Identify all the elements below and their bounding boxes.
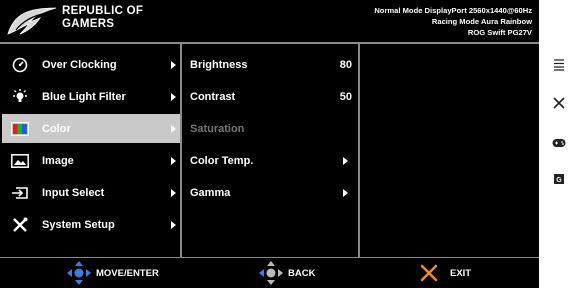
osd-panel: REPUBLIC OF GAMERS Normal Mode DisplayPo… bbox=[0, 0, 539, 288]
submenu-label: Saturation bbox=[190, 122, 245, 135]
submenu-item-color-temp[interactable]: Color Temp. bbox=[182, 146, 358, 175]
menu-item-system-setup[interactable]: System Setup bbox=[2, 210, 180, 239]
move-enter-button[interactable]: MOVE/ENTER bbox=[66, 258, 159, 288]
submenu-label: Color Temp. bbox=[190, 154, 254, 167]
menu-item-label: System Setup bbox=[42, 218, 115, 231]
close-icon[interactable] bbox=[551, 96, 567, 110]
submenu-value: 80 bbox=[339, 58, 352, 71]
menu-item-label: Color bbox=[42, 122, 71, 135]
chevron-right-icon bbox=[343, 156, 348, 165]
submenu-item-saturation: Saturation bbox=[182, 114, 358, 143]
submenu-item-gamma[interactable]: Gamma bbox=[182, 178, 358, 207]
svg-text:G: G bbox=[556, 177, 562, 184]
chevron-right-icon bbox=[171, 92, 176, 101]
brand-line2: GAMERS bbox=[62, 18, 115, 30]
light-bulb-icon bbox=[10, 87, 30, 107]
column-divider-2 bbox=[358, 44, 360, 257]
status-line2: Racing Mode Aura Rainbow bbox=[431, 17, 532, 26]
brand-name: REPUBLIC OF GAMERS bbox=[62, 5, 143, 31]
exit-button[interactable]: EXIT bbox=[420, 258, 471, 288]
move-enter-label: MOVE/ENTER bbox=[96, 267, 159, 279]
chevron-right-icon bbox=[171, 188, 176, 197]
menu-item-blue-light-filter[interactable]: Blue Light Filter bbox=[2, 82, 180, 111]
color-bars-icon bbox=[10, 119, 30, 139]
submenu-item-contrast[interactable]: Contrast 50 bbox=[182, 82, 358, 111]
chevron-right-icon bbox=[171, 156, 176, 165]
submenu-label: Contrast bbox=[190, 90, 236, 103]
input-icon bbox=[10, 183, 30, 203]
status-line1: Normal Mode DisplayPort 2560x1440@60Hz bbox=[374, 6, 532, 15]
menu-item-label: Input Select bbox=[42, 186, 105, 199]
menu-item-image[interactable]: Image bbox=[2, 146, 180, 175]
chevron-right-icon bbox=[171, 124, 176, 133]
submenu-label: Brightness bbox=[190, 58, 248, 71]
chevron-right-icon bbox=[343, 188, 348, 197]
menu-item-over-clocking[interactable]: Over Clocking bbox=[2, 50, 180, 79]
chevron-right-icon bbox=[171, 220, 176, 229]
menu-item-input-select[interactable]: Input Select bbox=[2, 178, 180, 207]
joystick-move-icon bbox=[67, 261, 91, 285]
image-icon bbox=[10, 151, 30, 171]
brand-line1: REPUBLIC OF bbox=[62, 5, 144, 17]
status-line3: ROG Swift PG27V bbox=[467, 28, 532, 37]
status-info: Normal Mode DisplayPort 2560x1440@60Hz R… bbox=[374, 5, 532, 38]
side-button-hints: G bbox=[539, 44, 578, 258]
menu-item-label: Image bbox=[42, 154, 74, 167]
menu-item-label: Blue Light Filter bbox=[42, 90, 126, 103]
rog-logo-icon bbox=[7, 7, 57, 35]
gamepad-icon[interactable] bbox=[551, 136, 567, 150]
osd-header: REPUBLIC OF GAMERS Normal Mode DisplayPo… bbox=[0, 0, 539, 42]
menu-item-label: Over Clocking bbox=[42, 58, 117, 71]
gameplus-icon[interactable]: G bbox=[551, 172, 567, 186]
menu-icon[interactable] bbox=[551, 58, 567, 72]
speedometer-icon bbox=[10, 55, 30, 75]
joystick-back-icon bbox=[259, 261, 283, 285]
back-label: BACK bbox=[288, 267, 316, 279]
tools-icon bbox=[10, 215, 30, 235]
close-icon bbox=[420, 264, 438, 282]
exit-label: EXIT bbox=[450, 267, 472, 279]
submenu-item-brightness[interactable]: Brightness 80 bbox=[182, 50, 358, 79]
submenu-label: Gamma bbox=[190, 186, 231, 199]
menu-item-color[interactable]: Color bbox=[2, 114, 180, 143]
chevron-right-icon bbox=[171, 60, 176, 69]
osd-footer: MOVE/ENTER BACK EXIT bbox=[0, 258, 539, 288]
back-button[interactable]: BACK bbox=[258, 258, 315, 288]
submenu-value: 50 bbox=[339, 90, 352, 103]
